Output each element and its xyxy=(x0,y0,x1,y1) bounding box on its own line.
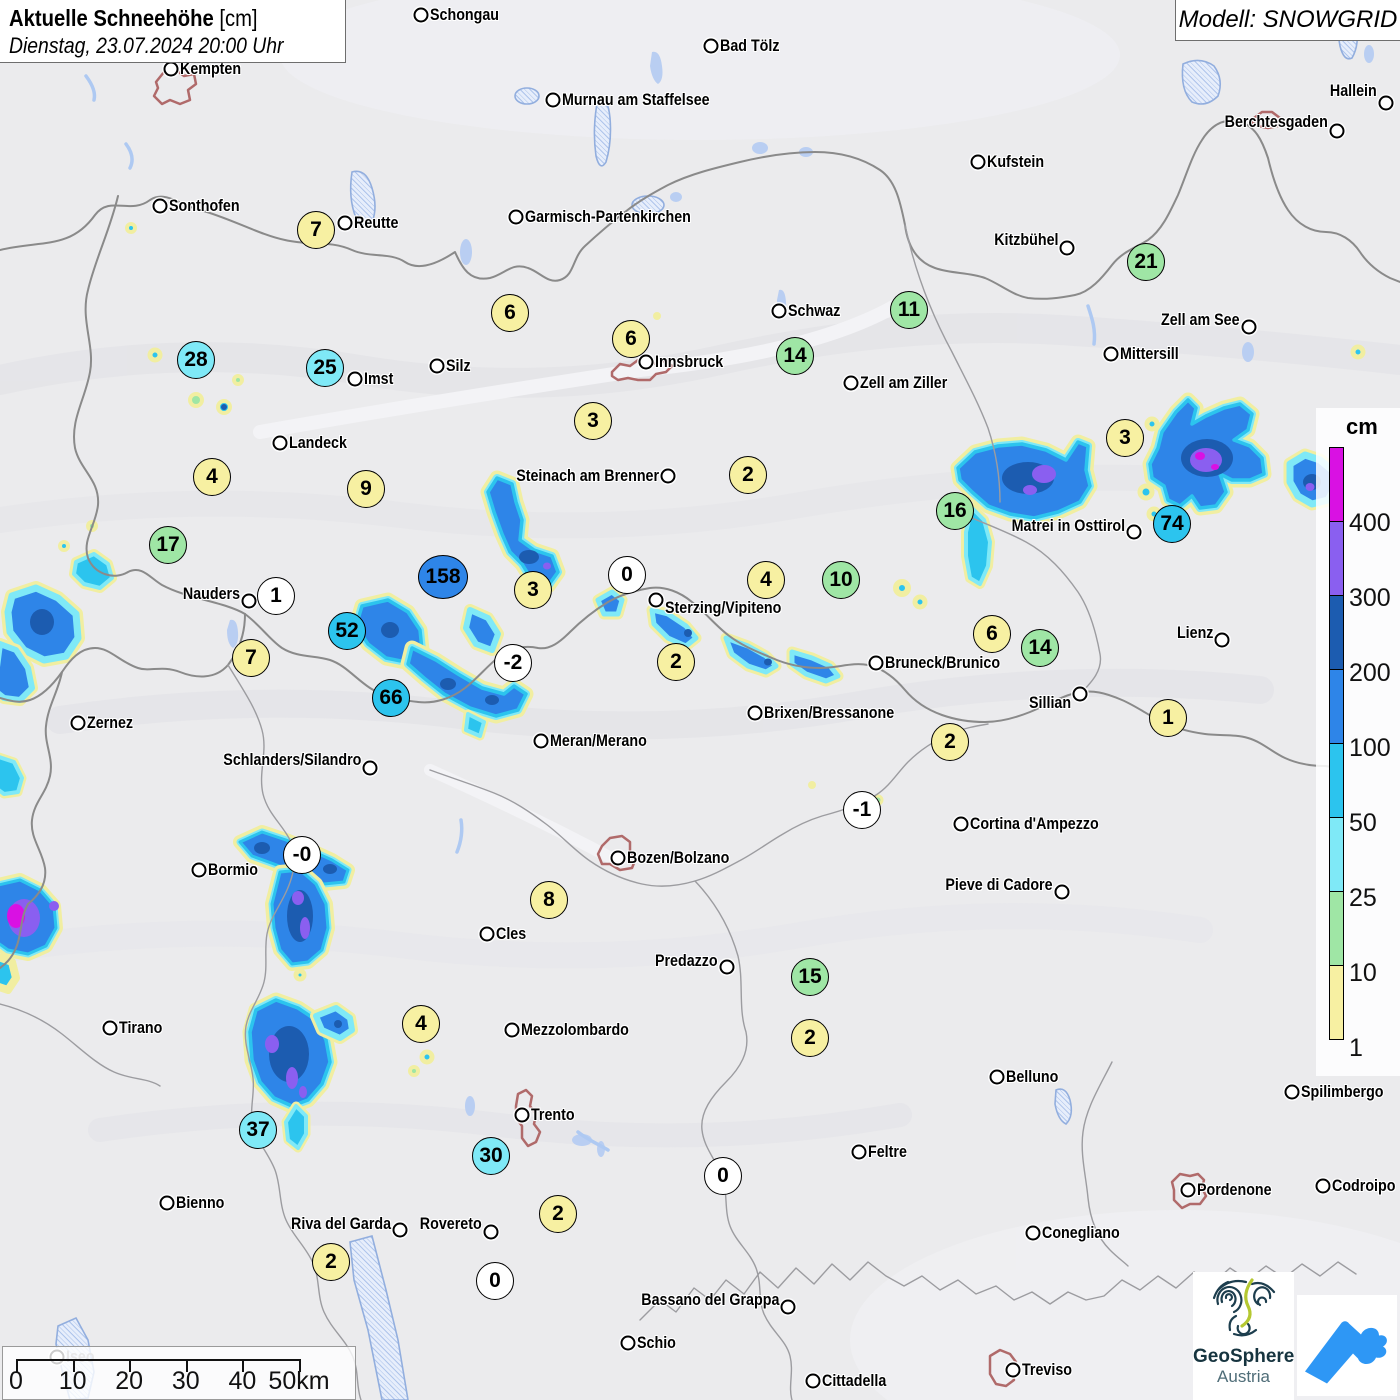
geosphere-country: Austria xyxy=(1217,1367,1270,1386)
legend-segment xyxy=(1329,965,1344,1040)
map-title: Aktuelle Schneehöhe xyxy=(9,5,214,31)
scale-bar-label: 10 xyxy=(58,1367,87,1395)
scale-bar-line xyxy=(16,1359,301,1361)
scale-bar-label: 0 xyxy=(9,1367,23,1395)
geosphere-logo: GeoSphere Austria xyxy=(1193,1272,1294,1400)
legend-segment xyxy=(1329,817,1344,892)
title-box: Aktuelle Schneehöhe [cm] Dienstag, 23.07… xyxy=(0,0,346,63)
map-title-line: Aktuelle Schneehöhe [cm] xyxy=(9,5,305,32)
legend-segment xyxy=(1329,891,1344,966)
legend-segment xyxy=(1329,521,1344,596)
scale-bar-label: 40 xyxy=(228,1367,257,1395)
legend-segment xyxy=(1329,595,1344,670)
model-box: Modell: SNOWGRID xyxy=(1175,0,1400,41)
model-label: Modell: SNOWGRID xyxy=(1178,6,1398,33)
map-title-unit: [cm] xyxy=(219,5,258,31)
map-graphics xyxy=(0,0,1400,1400)
geosphere-logo-icon xyxy=(1212,1278,1275,1337)
mountain-logo-icon xyxy=(1305,1321,1387,1384)
scale-bar-label: 30 xyxy=(171,1367,200,1395)
legend-segment xyxy=(1329,447,1344,522)
geosphere-wordmark: GeoSphere xyxy=(1193,1346,1295,1367)
scale-bar-label: 20 xyxy=(115,1367,144,1395)
map-datetime: Dienstag, 23.07.2024 20:00 Uhr xyxy=(9,33,284,58)
legend-segment xyxy=(1329,743,1344,818)
legend-color-bar xyxy=(1329,447,1344,1040)
scale-bar-label: 50km xyxy=(268,1367,330,1395)
legend-segment xyxy=(1329,669,1344,744)
legend-unit-label: cm xyxy=(1346,414,1378,439)
partner-logo xyxy=(1297,1295,1397,1396)
scale-bar: 0 10 20 30 40 50km xyxy=(2,1346,356,1400)
snow-depth-map: Schongau Bad Tölz Kempten Murnau am Staffel… xyxy=(0,0,1400,1400)
